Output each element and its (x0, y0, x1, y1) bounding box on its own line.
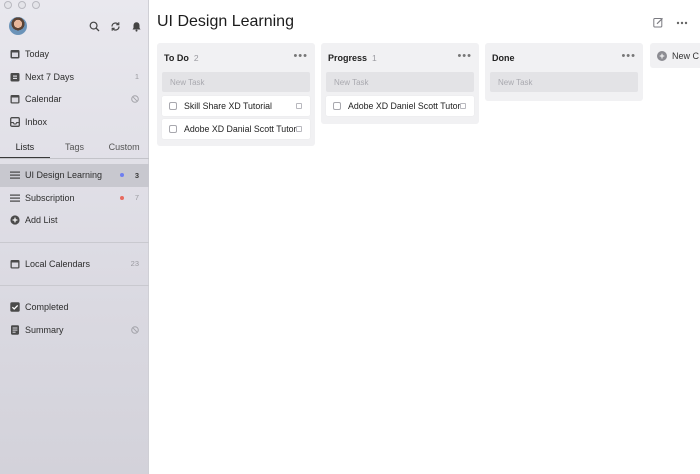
sidebar-item-ui-design-learning[interactable]: UI Design Learning 3 (0, 164, 149, 187)
new-column-button[interactable]: + New C (650, 43, 700, 68)
sidebar-item-summary[interactable]: Summary (0, 319, 149, 342)
column-count: 1 (372, 52, 377, 63)
task-card[interactable]: Adobe XD Danial Scott Tutorial (162, 119, 310, 139)
sidebar-item-subscription[interactable]: Subscription 7 (0, 187, 149, 210)
sidebar-item-local-calendars[interactable]: Local Calendars 23 (0, 253, 149, 276)
task-checkbox[interactable] (333, 102, 341, 110)
item-count: 3 (134, 170, 139, 180)
sidebar-item-calendar[interactable]: Calendar (0, 88, 149, 111)
column-more-icon[interactable]: ••• (457, 51, 472, 62)
note-icon (460, 103, 466, 109)
plus-circle-icon (9, 215, 20, 226)
smart-lists: Today Next 7 Days 1 Calendar Inbox (0, 43, 149, 133)
task-checkbox[interactable] (169, 125, 177, 133)
column-more-icon[interactable]: ••• (293, 51, 308, 62)
edit-note-icon[interactable] (653, 17, 664, 28)
list-icon (9, 170, 20, 181)
tab-custom[interactable]: Custom (99, 141, 149, 159)
task-title: Skill Share XD Tutorial (184, 101, 273, 111)
sidebar-item-next-7-days[interactable]: Next 7 Days 1 (0, 66, 149, 89)
checkbox-checked-icon (9, 302, 20, 313)
task-checkbox[interactable] (169, 102, 177, 110)
main-toolbar (653, 17, 688, 28)
divider (0, 285, 149, 286)
hide-icon[interactable] (131, 95, 139, 104)
sidebar-item-inbox[interactable]: Inbox (0, 111, 149, 134)
sidebar-item-label: Today (25, 49, 50, 60)
sidebar-tabs: Lists Tags Custom (0, 141, 149, 159)
item-count: 23 (130, 259, 139, 269)
close-window-button[interactable] (4, 1, 12, 9)
column-more-icon[interactable]: ••• (621, 51, 636, 62)
column-title: To Do (164, 52, 189, 63)
sync-icon[interactable] (109, 20, 121, 32)
divider (0, 241, 149, 243)
hide-icon[interactable] (131, 325, 139, 334)
task-title: Adobe XD Danial Scott Tutorial (184, 124, 296, 134)
zoom-window-button[interactable] (32, 1, 40, 9)
list-icon (9, 192, 20, 203)
minimize-window-button[interactable] (18, 1, 26, 9)
column-header: Done (490, 43, 638, 72)
new-task-input[interactable]: New Task (490, 72, 638, 92)
sidebar-item-label: Completed (25, 302, 69, 313)
note-icon (296, 126, 302, 132)
tab-lists[interactable]: Lists (0, 141, 50, 159)
main-content: UI Design Learning To Do 2 ••• New Task … (149, 0, 700, 474)
task-title: Adobe XD Daniel Scott Tutorial (348, 101, 460, 111)
column-header: To Do 2 (162, 43, 310, 72)
task-card[interactable]: Skill Share XD Tutorial (162, 96, 310, 116)
column-title: Progress (328, 52, 368, 63)
new-task-input[interactable]: New Task (326, 72, 474, 92)
bell-icon[interactable] (130, 20, 142, 32)
summary-icon (9, 324, 20, 335)
item-count: 1 (134, 72, 139, 82)
list-color-dot (120, 195, 124, 200)
new-column-label: New C (672, 50, 700, 61)
sidebar-item-today[interactable]: Today (0, 43, 149, 66)
calendar-icon (9, 258, 20, 269)
add-list-button[interactable]: Add List (0, 209, 149, 232)
note-icon (296, 103, 302, 109)
add-list-label: Add List (25, 215, 58, 226)
task-card[interactable]: Adobe XD Daniel Scott Tutorial (326, 96, 474, 116)
plus-circle-icon: + (657, 50, 667, 61)
calendar-week-icon (9, 71, 20, 82)
sidebar-item-label: Subscription (25, 192, 75, 203)
sidebar-item-label: UI Design Learning (25, 170, 103, 181)
column-header: Progress 1 (326, 43, 474, 72)
user-lists: UI Design Learning 3 Subscription 7 Add … (0, 164, 149, 341)
more-icon[interactable] (676, 21, 688, 25)
kanban-column-to-do: To Do 2 ••• New Task Skill Share XD Tuto… (157, 43, 315, 146)
item-count: 7 (134, 193, 139, 203)
sidebar-toolbar (88, 20, 142, 32)
sidebar-item-label: Inbox (25, 116, 48, 127)
tabs-divider (0, 158, 149, 159)
kanban-column-done: Done ••• New Task (485, 43, 643, 101)
sidebar-item-completed[interactable]: Completed (0, 296, 149, 319)
avatar[interactable] (9, 17, 27, 35)
tab-tags[interactable]: Tags (50, 141, 100, 159)
sidebar: Today Next 7 Days 1 Calendar Inbox Lists… (0, 0, 149, 474)
new-task-input[interactable]: New Task (162, 72, 310, 92)
column-count: 2 (193, 52, 199, 63)
inbox-icon (9, 116, 20, 127)
calendar-icon (9, 94, 20, 105)
sidebar-item-label: Next 7 Days (25, 71, 75, 82)
column-title: Done (492, 52, 515, 63)
window-controls (4, 1, 40, 9)
page-title: UI Design Learning (157, 13, 294, 30)
search-icon[interactable] (88, 20, 100, 32)
kanban-column-progress: Progress 1 ••• New Task Adobe XD Daniel … (321, 43, 479, 124)
calendar-today-icon (9, 49, 20, 60)
